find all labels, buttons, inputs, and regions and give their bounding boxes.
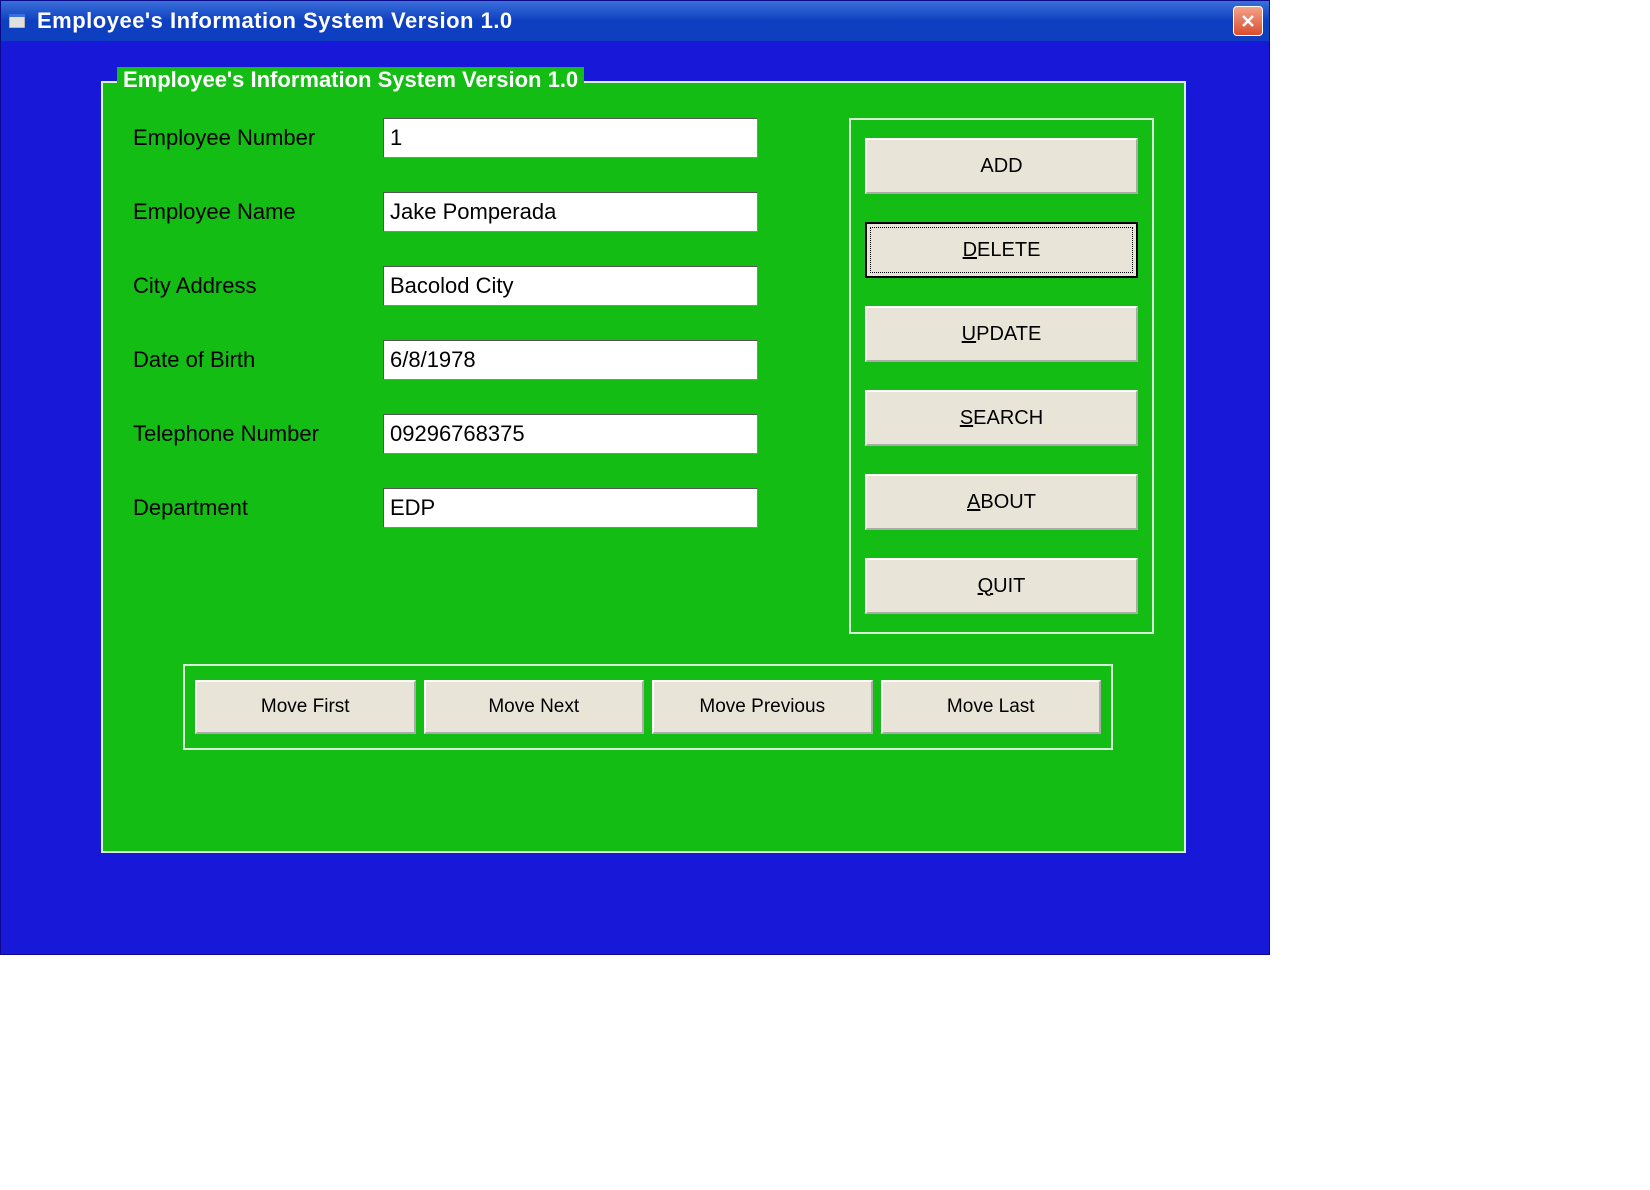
fields-column: Employee Number Employee Name City Addre… [133,118,819,634]
update-button[interactable]: UPDATE [865,306,1138,362]
label-employee-name: Employee Name [133,199,383,225]
navigation-panel: Move First Move Next Move Previous Move … [183,664,1113,750]
move-first-label: Move First [261,696,350,718]
input-telephone-number[interactable] [383,414,758,454]
row-department: Department [133,488,819,528]
label-date-of-birth: Date of Birth [133,347,383,373]
about-button[interactable]: ABOUT [865,474,1138,530]
quit-button-label: QUIT [978,575,1026,598]
close-icon [1241,14,1255,28]
move-last-label: Move Last [947,696,1035,718]
move-last-button[interactable]: Move Last [881,680,1102,734]
window-title: Employee's Information System Version 1.… [37,8,1233,34]
move-previous-label: Move Previous [699,696,825,718]
client-area: Employee's Information System Version 1.… [1,41,1269,893]
action-panel: ADD DELETE UPDATE SEARCH ABOUT [849,118,1154,634]
groupbox-legend: Employee's Information System Version 1.… [117,67,584,93]
row-telephone-number: Telephone Number [133,414,819,454]
move-first-button[interactable]: Move First [195,680,416,734]
form-area: Employee Number Employee Name City Addre… [133,118,1154,634]
app-window: Employee's Information System Version 1.… [0,0,1270,955]
delete-button-label: DELETE [963,239,1041,262]
add-button[interactable]: ADD [865,138,1138,194]
search-button-label: SEARCH [960,407,1043,430]
label-city-address: City Address [133,273,383,299]
input-employee-name[interactable] [383,192,758,232]
input-department[interactable] [383,488,758,528]
row-date-of-birth: Date of Birth [133,340,819,380]
app-icon [7,11,27,31]
add-button-label: ADD [980,155,1022,178]
delete-button[interactable]: DELETE [865,222,1138,278]
close-button[interactable] [1233,6,1263,36]
move-previous-button[interactable]: Move Previous [652,680,873,734]
move-next-label: Move Next [488,696,579,718]
row-employee-name: Employee Name [133,192,819,232]
move-next-button[interactable]: Move Next [424,680,645,734]
input-city-address[interactable] [383,266,758,306]
label-department: Department [133,495,383,521]
label-telephone-number: Telephone Number [133,421,383,447]
row-city-address: City Address [133,266,819,306]
row-employee-number: Employee Number [133,118,819,158]
input-employee-number[interactable] [383,118,758,158]
label-employee-number: Employee Number [133,125,383,151]
main-groupbox: Employee's Information System Version 1.… [101,81,1186,853]
quit-button[interactable]: QUIT [865,558,1138,614]
about-button-label: ABOUT [967,491,1036,514]
input-date-of-birth[interactable] [383,340,758,380]
update-button-label: UPDATE [962,323,1042,346]
search-button[interactable]: SEARCH [865,390,1138,446]
titlebar: Employee's Information System Version 1.… [1,1,1269,41]
